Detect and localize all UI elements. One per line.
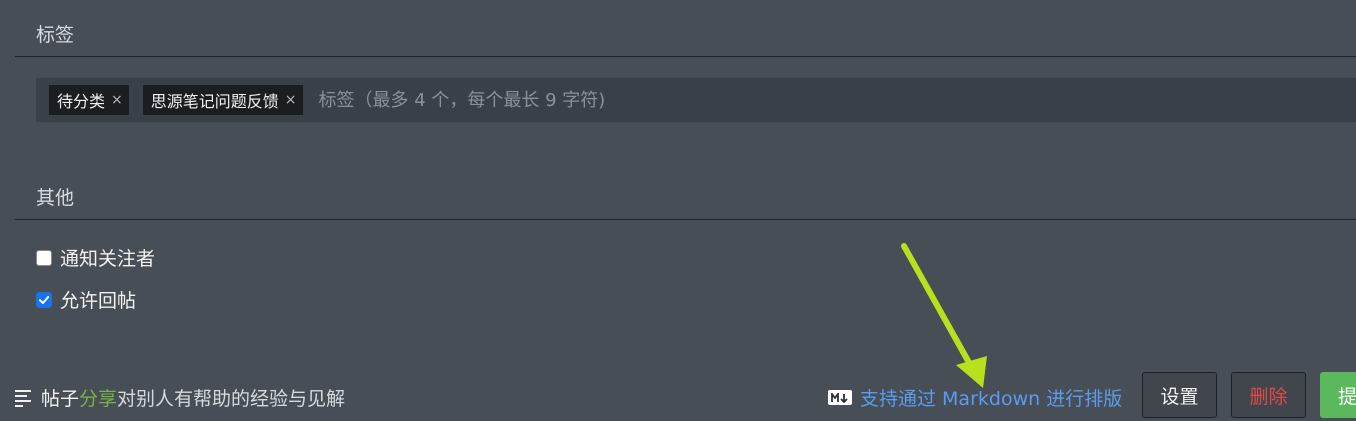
tag-input[interactable] <box>316 88 1356 112</box>
other-divider <box>15 219 1356 220</box>
tag-chip: 待分类 × <box>49 85 129 115</box>
delete-button[interactable]: 删除 <box>1231 372 1306 418</box>
notify-followers-label: 通知关注者 <box>60 248 156 270</box>
notify-followers-checkbox[interactable] <box>36 249 52 266</box>
settings-button[interactable]: 设置 <box>1142 372 1217 418</box>
post-type-highlight: 分享 <box>79 388 118 410</box>
tag-label: 思源笔记问题反馈 <box>150 92 279 111</box>
tag-chip: 思源笔记问题反馈 × <box>142 85 303 115</box>
tag-input-box[interactable]: 待分类 × 思源笔记问题反馈 × <box>36 78 1356 122</box>
checkmark-icon <box>39 295 50 304</box>
tag-remove-icon[interactable]: × <box>111 92 123 108</box>
allow-reply-label: 允许回帖 <box>60 290 137 312</box>
tags-section-title: 标签 <box>36 24 75 46</box>
markdown-icon <box>828 390 852 405</box>
tag-remove-icon[interactable]: × <box>285 92 297 108</box>
tag-label: 待分类 <box>57 92 106 111</box>
markdown-help-link[interactable]: 支持通过 Markdown 进行排版 <box>828 384 1122 411</box>
markdown-glyph <box>831 392 848 403</box>
post-type-info: 帖子 分享 对别人有帮助的经验与见解 <box>15 384 345 411</box>
allow-reply-option[interactable]: 允许回帖 <box>36 286 136 313</box>
submit-button[interactable]: 提 <box>1320 372 1356 418</box>
post-type-description: 对别人有帮助的经验与见解 <box>117 388 346 410</box>
markdown-link-text[interactable]: 支持通过 Markdown 进行排版 <box>860 384 1122 411</box>
list-icon <box>15 389 31 407</box>
notify-followers-option[interactable]: 通知关注者 <box>36 244 155 271</box>
annotation-arrow <box>901 243 987 388</box>
allow-reply-checkbox[interactable] <box>36 291 52 308</box>
tags-divider <box>15 56 1356 57</box>
post-type-label: 帖子 <box>41 388 80 410</box>
other-section-title: 其他 <box>36 187 75 209</box>
